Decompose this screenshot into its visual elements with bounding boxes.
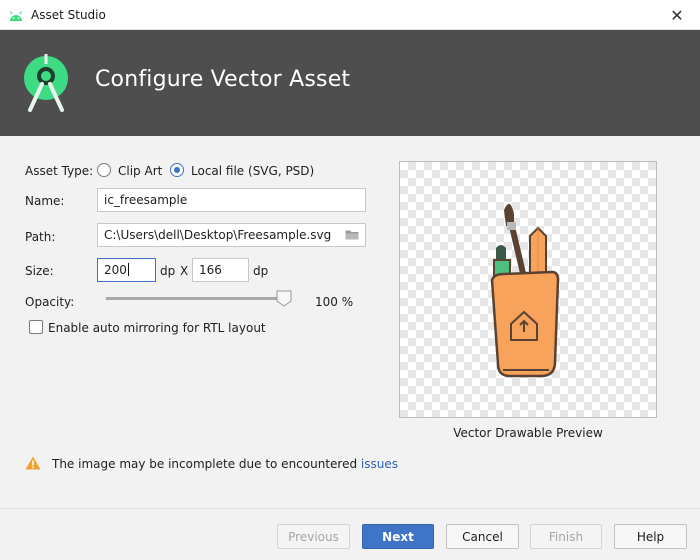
warning-icon — [25, 456, 41, 470]
help-button[interactable]: Help — [614, 524, 687, 549]
dialog-footer: Previous Next Cancel Finish Help — [0, 508, 700, 560]
issues-link[interactable]: issues — [361, 457, 398, 471]
width-input[interactable]: 200 — [97, 258, 156, 282]
opacity-slider[interactable] — [106, 297, 288, 300]
cancel-button[interactable]: Cancel — [446, 524, 519, 549]
pen-holder-illustration — [490, 203, 560, 378]
height-input[interactable]: 166 — [192, 258, 249, 282]
header-banner: Configure Vector Asset — [0, 30, 700, 136]
folder-icon[interactable] — [345, 229, 359, 240]
finish-button[interactable]: Finish — [530, 524, 602, 549]
opacity-slider-thumb[interactable] — [276, 290, 292, 307]
opacity-value: 100 % — [315, 295, 354, 309]
path-input[interactable]: C:\Users\dell\Desktop\Freesample.svg — [97, 223, 366, 247]
text-caret — [127, 263, 129, 276]
warning-message: The image may be incomplete due to encou… — [52, 457, 398, 471]
content-area: Asset Type: Clip Art Local file (SVG, PS… — [0, 136, 700, 508]
rtl-checkbox[interactable] — [29, 320, 43, 334]
name-label: Name: — [25, 194, 65, 208]
clip-art-radio-label[interactable]: Clip Art — [118, 164, 162, 178]
local-file-radio-label[interactable]: Local file (SVG, PSD) — [191, 164, 314, 178]
title-bar: Asset Studio ✕ — [0, 0, 700, 30]
previous-button[interactable]: Previous — [277, 524, 350, 549]
warning-text: The image may be incomplete due to encou… — [52, 457, 361, 471]
close-icon[interactable]: ✕ — [654, 0, 700, 30]
size-separator: X — [180, 264, 189, 278]
height-unit: dp — [253, 264, 269, 278]
width-value: 200 — [104, 263, 127, 277]
opacity-slider-fill — [106, 297, 288, 300]
window-title: Asset Studio — [31, 8, 106, 22]
opacity-label: Opacity: — [25, 295, 75, 309]
next-button[interactable]: Next — [362, 524, 434, 549]
local-file-radio[interactable] — [170, 163, 184, 177]
size-label: Size: — [25, 264, 54, 278]
name-input[interactable]: ic_freesample — [97, 188, 366, 212]
android-studio-logo-icon — [24, 54, 68, 112]
rtl-checkbox-label[interactable]: Enable auto mirroring for RTL layout — [48, 321, 266, 335]
asset-type-label: Asset Type: — [25, 164, 94, 178]
vector-preview — [399, 161, 657, 418]
width-unit: dp — [160, 264, 176, 278]
android-icon — [9, 11, 23, 21]
page-title: Configure Vector Asset — [95, 67, 351, 92]
path-value: C:\Users\dell\Desktop\Freesample.svg — [104, 228, 332, 242]
path-label: Path: — [25, 230, 56, 244]
clip-art-radio[interactable] — [97, 163, 111, 177]
preview-label: Vector Drawable Preview — [453, 426, 603, 440]
